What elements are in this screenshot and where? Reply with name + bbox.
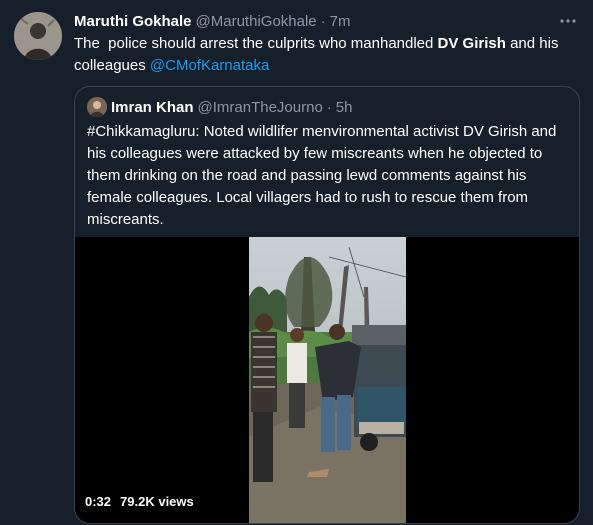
mention-link[interactable]: @CMofKarnataka [150, 57, 269, 74]
quoted-timestamp[interactable]: 5h [336, 99, 353, 116]
video-duration: 0:32 [85, 494, 112, 509]
tweet[interactable]: Maruthi Gokhale @MaruthiGokhale · 7m The… [0, 0, 593, 525]
separator-dot: · [320, 12, 326, 30]
video-views: 79.2K views [120, 494, 194, 509]
quoted-tweet-header: Imran Khan @ImranTheJourno · 5h [87, 97, 352, 117]
quoted-tweet-text: #Chikkamagluru: Noted wildlifer menviron… [87, 123, 557, 228]
tweet-text: The police should arrest the culprits wh… [74, 33, 579, 77]
more-horizontal-icon [560, 19, 576, 23]
quoted-tweet[interactable]: Imran Khan @ImranTheJourno · 5h #Chikkam… [74, 86, 580, 524]
quoted-avatar-image [87, 97, 107, 117]
avatar-image [14, 12, 62, 60]
quoted-user-handle[interactable]: @ImranTheJourno [198, 99, 323, 116]
video-thumbnail-image [249, 237, 406, 523]
tweet-text-part: The police should arrest the culprits wh… [74, 35, 438, 52]
quoted-separator-dot: · [326, 98, 332, 116]
display-name[interactable]: Maruthi Gokhale [74, 13, 192, 30]
timestamp[interactable]: 7m [330, 13, 351, 30]
quoted-avatar[interactable] [87, 97, 107, 117]
tweet-text-bold: DV Girish [437, 35, 506, 52]
avatar[interactable] [14, 12, 62, 60]
more-options-button[interactable] [557, 10, 579, 32]
tweet-header: Maruthi Gokhale @MaruthiGokhale · 7m [74, 11, 351, 31]
quoted-display-name[interactable]: Imran Khan [111, 99, 194, 116]
user-handle[interactable]: @MaruthiGokhale [196, 13, 317, 30]
video-thumbnail[interactable] [249, 237, 406, 523]
video-player[interactable]: 0:32 79.2K views [75, 237, 579, 523]
video-meta: 0:32 79.2K views [85, 494, 194, 509]
